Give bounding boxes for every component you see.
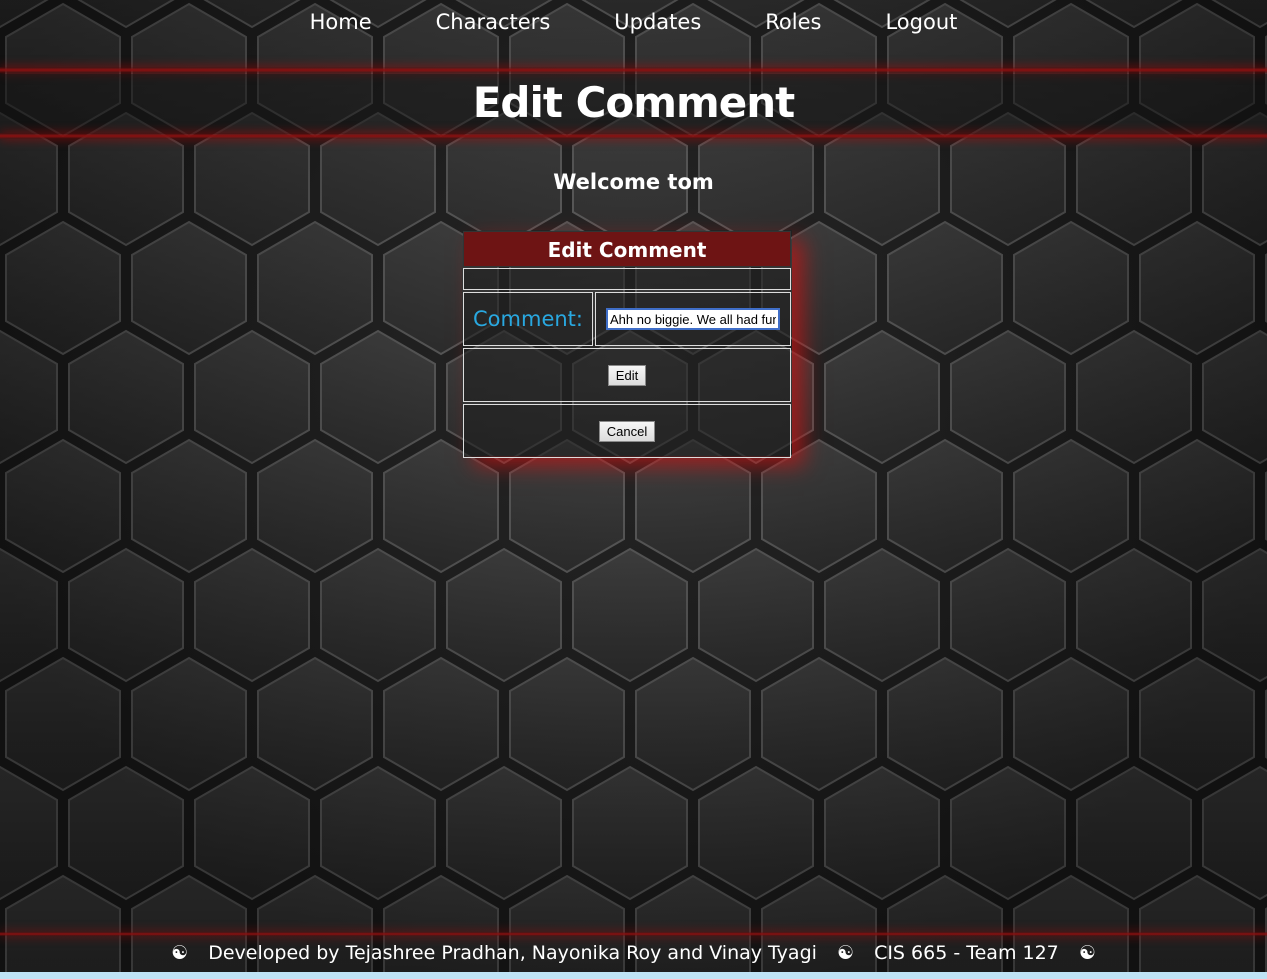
footer-credits: Developed by Tejashree Pradhan, Nayonika… — [208, 942, 817, 964]
main-nav: Home Characters Updates Roles Logout — [0, 0, 1267, 68]
header-divider-bottom — [0, 133, 1267, 139]
footer: ☯ Developed by Tejashree Pradhan, Nayoni… — [0, 936, 1267, 972]
nav-characters[interactable]: Characters — [436, 10, 551, 34]
page-title: Edit Comment — [472, 78, 796, 127]
comment-input[interactable] — [606, 308, 780, 330]
nav-home[interactable]: Home — [310, 10, 372, 34]
cancel-row: Cancel — [463, 404, 791, 458]
edit-comment-form: Edit Comment Comment: Edit Cancel — [463, 231, 791, 458]
yin-yang-icon: ☯ — [1078, 942, 1096, 964]
welcome-message: Welcome tom — [553, 170, 714, 194]
edit-button[interactable]: Edit — [607, 364, 647, 386]
form-header: Edit Comment — [463, 231, 791, 267]
empty-row — [463, 268, 791, 290]
yin-yang-icon: ☯ — [836, 942, 855, 964]
cancel-button[interactable]: Cancel — [598, 420, 656, 442]
footer-course: CIS 665 - Team 127 — [874, 942, 1059, 964]
comment-label: Comment: — [463, 292, 593, 346]
browser-status-bar — [0, 972, 1267, 979]
comment-row: Comment: — [463, 292, 791, 346]
yin-yang-icon: ☯ — [171, 942, 189, 964]
edit-row: Edit — [463, 348, 791, 402]
nav-logout[interactable]: Logout — [885, 10, 957, 34]
comment-field-cell — [595, 292, 791, 346]
nav-roles[interactable]: Roles — [765, 10, 821, 34]
header-divider-top — [0, 67, 1267, 73]
nav-updates[interactable]: Updates — [614, 10, 701, 34]
